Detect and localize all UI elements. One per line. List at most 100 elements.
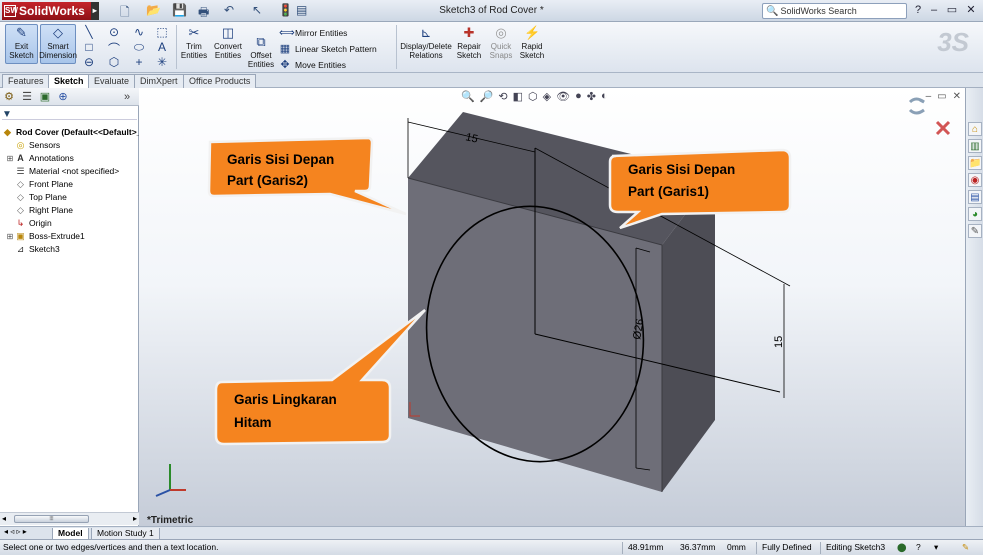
tab-features[interactable]: Features — [2, 74, 50, 88]
filter-icon[interactable]: ▼ — [2, 109, 137, 120]
search-results-icon[interactable]: ◉ — [968, 173, 982, 187]
minimize-button[interactable]: – — [927, 4, 941, 17]
open-folder-icon[interactable]: 📂 — [146, 3, 161, 17]
tree-item-material[interactable]: ☰ Material <not specified> — [6, 165, 119, 178]
polygon-icon[interactable]: ⬡ — [107, 55, 121, 69]
panel-horizontal-scrollbar[interactable]: ◂ ⦙⦙⦙ ▸ — [0, 512, 139, 525]
tree-item-right-plane[interactable]: ◇ Right Plane — [6, 204, 73, 217]
move-label: Move Entities — [295, 59, 347, 70]
menu-arrow-icon[interactable]: ▸ — [90, 2, 99, 20]
rebuild-icon[interactable]: 🚦 — [278, 3, 293, 17]
tree-item-boss-extrude1[interactable]: ⊞ ▣ Boss-Extrude1 — [6, 230, 85, 243]
property-manager-icon[interactable]: ☰ — [20, 90, 34, 104]
extrude-icon: ▣ — [16, 231, 25, 241]
line-icon[interactable]: ╲ — [82, 25, 96, 39]
graphics-area[interactable]: 🔍 🔎 ⟲ ◧ ⬡ ◈ 👁 ● ✤ ◐ – ▭ ✕ 15 Ø26 15 Gari… — [139, 88, 965, 526]
centerline-icon[interactable]: ✳ — [155, 55, 169, 69]
feature-tree-icon[interactable]: ⚙ — [2, 90, 16, 104]
tree-root[interactable]: ◆ Rod Cover (Default<<Default>_ — [2, 126, 141, 139]
convert-icon: ◫ — [221, 25, 235, 40]
circle-icon[interactable]: ⊙ — [107, 25, 121, 39]
trim-entities-button[interactable]: ✂ Trim Entities — [178, 25, 210, 60]
dimxpert-manager-icon[interactable]: ⊕ — [56, 90, 70, 104]
restore-button[interactable]: ▭ — [945, 4, 959, 17]
confirmation-corner[interactable] — [908, 97, 951, 136]
status-options-icon[interactable]: ▾ — [934, 540, 938, 555]
offset-entities-button[interactable]: ⧉ Offset Entities — [245, 34, 277, 69]
offset-icon: ⧉ — [256, 34, 266, 49]
mirror-icon: ⟺ — [279, 27, 295, 39]
search-input[interactable]: 🔍 SolidWorks Search — [762, 3, 907, 19]
view-palette-icon[interactable]: ▤ — [968, 190, 982, 204]
rapid-sketch-icon: ⚡ — [524, 25, 541, 40]
status-bar: Select one or two edges/vertices and the… — [0, 539, 983, 555]
rapid-sketch-button[interactable]: ⚡ Rapid Sketch — [517, 25, 547, 60]
scroll-left-icon[interactable]: ◂ — [2, 514, 6, 523]
scroll-right-icon[interactable]: ▸ — [133, 514, 137, 523]
repair-sketch-button[interactable]: ✚ Repair Sketch — [454, 25, 484, 60]
part-icon: ◆ — [4, 127, 11, 137]
mirror-entities-button[interactable]: ⟺ Mirror Entities — [279, 26, 347, 39]
linear-sketch-pattern-button[interactable]: ▦ Linear Sketch Pattern — [279, 42, 377, 55]
text-icon[interactable]: A — [155, 40, 169, 54]
tab-evaluate[interactable]: Evaluate — [88, 74, 136, 88]
file-explorer-icon[interactable]: 📁 — [968, 156, 982, 170]
dimension-side-text[interactable]: 15 — [773, 336, 785, 348]
search-icon: 🔍 — [766, 5, 779, 17]
convert-entities-button[interactable]: ◫ Convert Entities — [211, 25, 245, 60]
options-icon[interactable]: ▤ — [296, 3, 307, 17]
ellipse-icon[interactable]: ⬭ — [132, 40, 146, 55]
solidworks-resources-icon[interactable]: ⌂ — [968, 122, 982, 136]
panel-expand-icon[interactable]: » — [120, 90, 134, 104]
search-placeholder: SolidWorks Search — [780, 6, 857, 16]
smart-dimension-icon: ◇ — [53, 25, 63, 40]
rebuild-status-icon[interactable]: ⬤ — [897, 540, 907, 555]
help-icon[interactable]: ? — [911, 4, 925, 17]
rapid-sketch-label: Rapid Sketch — [519, 42, 545, 60]
model-canvas: 15 Ø26 15 Garis Sisi Depan Part (Garis2)… — [155, 97, 951, 497]
tree-item-sensors[interactable]: ◎ Sensors — [6, 139, 61, 152]
configuration-manager-icon[interactable]: ▣ — [38, 90, 52, 104]
help-status-icon[interactable]: ? — [916, 540, 921, 555]
solidworks-logo[interactable]: SW SolidWorks ▸ — [2, 2, 99, 20]
slot-icon[interactable]: ⊖ — [82, 55, 96, 69]
sketch-point-icon[interactable]: ⬚ — [155, 25, 169, 39]
relations-icon: ⊾ — [420, 25, 432, 40]
app-name: SolidWorks — [19, 4, 85, 18]
spline-icon[interactable]: ∿ — [132, 25, 146, 39]
tree-item-sketch3[interactable]: ⊿ Sketch3 — [6, 243, 60, 256]
origin-icon: ↳ — [16, 218, 25, 228]
scrollbar-thumb[interactable]: ⦙⦙⦙ — [14, 515, 89, 523]
feature-manager-panel: ⚙ ☰ ▣ ⊕ » ▼ ◆ Rod Cover (Default<<Defaul… — [0, 88, 141, 526]
save-icon[interactable]: 💾 — [172, 3, 187, 17]
tab-office-products[interactable]: Office Products — [183, 74, 257, 88]
quick-tips-icon[interactable]: ✎ — [962, 540, 969, 555]
expand-icon[interactable]: ⊞ — [6, 152, 14, 165]
design-library-icon[interactable]: ▥ — [968, 139, 982, 153]
new-document-icon[interactable]: 🗋 — [120, 3, 130, 24]
expand-icon[interactable]: ⊞ — [6, 230, 14, 243]
move-entities-button[interactable]: ✥ Move Entities — [279, 58, 346, 71]
appearances-icon[interactable]: ◕ — [968, 207, 982, 221]
print-icon[interactable]: 🖶 — [198, 3, 209, 24]
callout-line-1: Garis Lingkaran — [234, 392, 337, 407]
exit-sketch-button[interactable]: ✎ Exit Sketch — [5, 24, 38, 64]
tree-item-origin[interactable]: ↳ Origin — [6, 217, 52, 230]
tab-sketch[interactable]: Sketch — [48, 74, 90, 88]
exit-sketch-corner-icon[interactable] — [908, 97, 925, 115]
undo-icon[interactable]: ↶ — [224, 3, 234, 17]
custom-properties-icon[interactable]: ✎ — [968, 224, 982, 238]
close-button[interactable]: ✕ — [964, 4, 978, 17]
tab-nav-icon[interactable]: ◂ ◃ ▹ ▸ — [4, 527, 27, 536]
tree-item-top-plane[interactable]: ◇ Top Plane — [6, 191, 67, 204]
display-delete-relations-button[interactable]: ⊾ Display/Delete Relations — [399, 25, 453, 60]
rectangle-icon[interactable]: □ — [82, 40, 96, 54]
quick-snaps-button[interactable]: ◎ Quick Snaps — [486, 25, 516, 60]
tree-item-front-plane[interactable]: ◇ Front Plane — [6, 178, 73, 191]
tree-item-annotations[interactable]: ⊞ A Annotations — [6, 152, 74, 165]
smart-dimension-button[interactable]: ◇ Smart Dimension — [39, 24, 77, 64]
tab-dimxpert[interactable]: DimXpert — [134, 74, 184, 88]
fillet-icon[interactable]: + — [132, 55, 146, 69]
cancel-sketch-corner-icon[interactable] — [935, 120, 951, 136]
select-arrow-icon[interactable]: ↖ — [252, 3, 262, 17]
